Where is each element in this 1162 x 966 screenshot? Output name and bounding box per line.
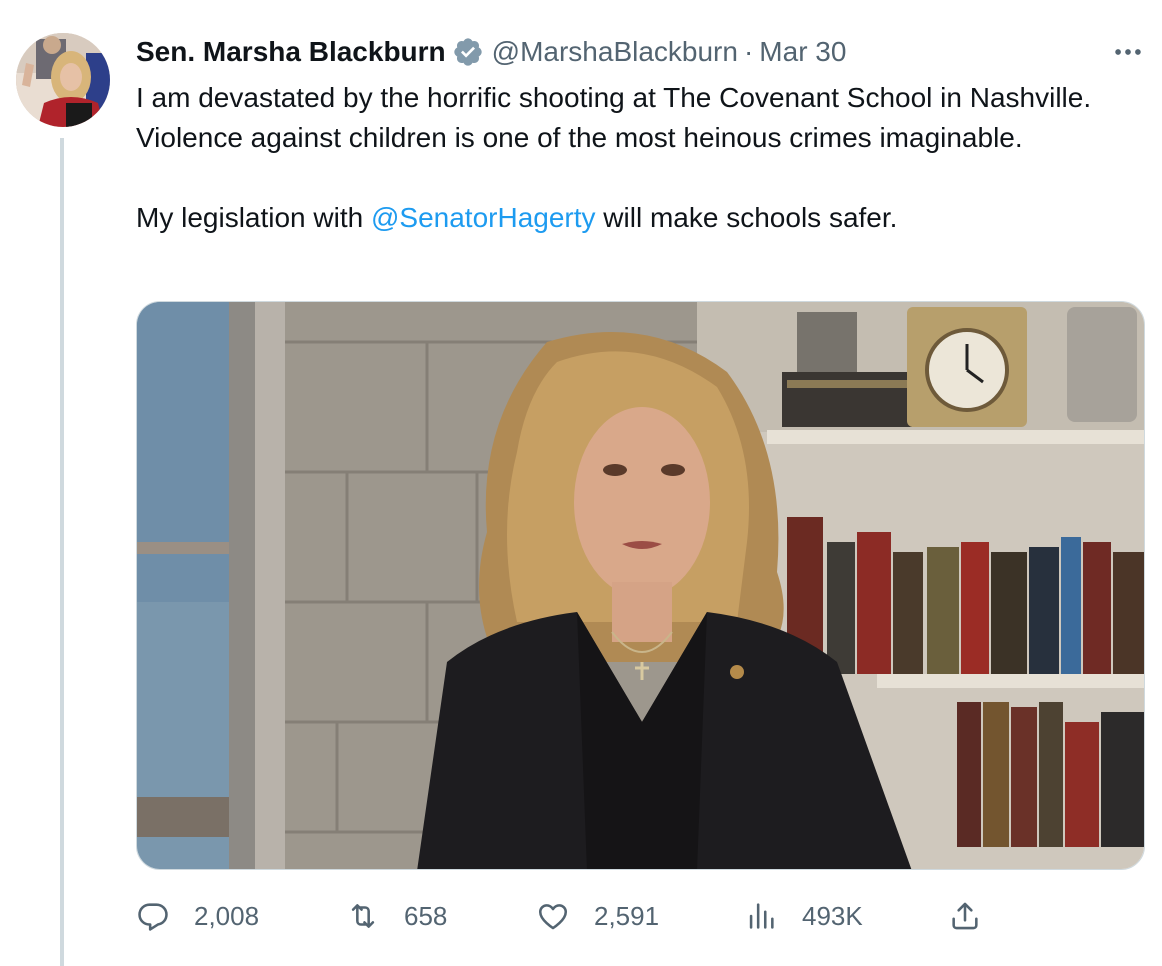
handle[interactable]: @MarshaBlackburn [492, 36, 738, 68]
action-bar: 2,008 658 2,591 493K [136, 892, 1146, 940]
retweet-count: 658 [404, 900, 448, 931]
thread-line [60, 138, 64, 966]
separator: · [743, 36, 754, 67]
views-count: 493K [802, 900, 863, 931]
paragraph-2-start: My legislation with [136, 202, 371, 233]
tweet[interactable]: Sen. Marsha Blackburn @MarshaBlackburn ·… [0, 0, 1162, 966]
tweet-paragraph-2: My legislation with @SenatorHagerty will… [136, 198, 1136, 238]
tweet-text: I am devastated by the horrific shooting… [136, 78, 1136, 238]
like-button[interactable]: 2,591 [536, 892, 659, 940]
reply-count: 2,008 [194, 900, 260, 931]
views-icon [744, 899, 778, 933]
tweet-date[interactable]: Mar 30 [759, 36, 846, 68]
reply-icon [136, 899, 170, 933]
tweet-header: Sen. Marsha Blackburn @MarshaBlackburn ·… [136, 32, 846, 72]
retweet-button[interactable]: 658 [346, 892, 447, 940]
more-icon[interactable] [1108, 34, 1148, 70]
like-count: 2,591 [594, 900, 660, 931]
mention-link[interactable]: @SenatorHagerty [371, 202, 596, 233]
display-name[interactable]: Sen. Marsha Blackburn [136, 36, 446, 68]
video-thumbnail[interactable] [136, 301, 1145, 870]
retweet-icon [346, 899, 380, 933]
reply-button[interactable]: 2,008 [136, 892, 259, 940]
paragraph-2-end: will make schools safer. [595, 202, 898, 233]
tweet-paragraph-1: I am devastated by the horrific shooting… [136, 82, 1092, 153]
views-button[interactable]: 493K [744, 892, 863, 940]
share-button[interactable] [948, 892, 982, 940]
verified-badge-icon[interactable] [452, 36, 484, 68]
avatar[interactable] [16, 33, 110, 127]
share-icon [948, 899, 982, 933]
like-icon [536, 899, 570, 933]
